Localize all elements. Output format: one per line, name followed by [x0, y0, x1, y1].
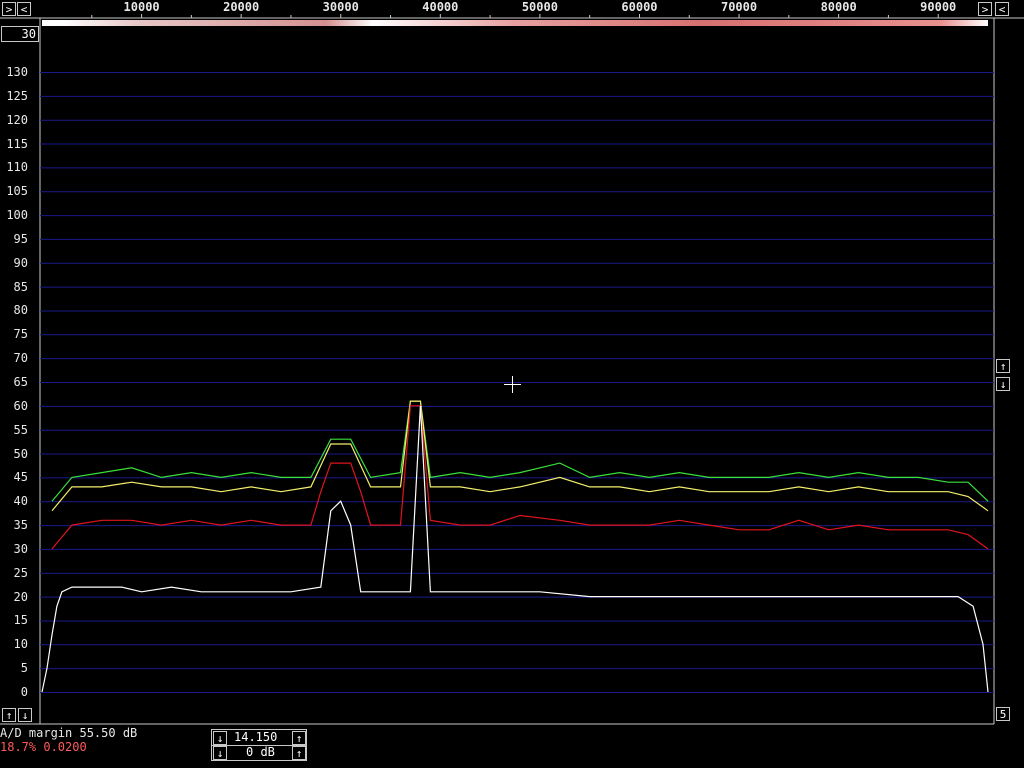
level-tick-label: 105 [6, 184, 28, 199]
level-tick-label: 35 [13, 518, 28, 533]
gain-control-box: ↓ 14.150 ↑ ↓ 0 dB ↑ [211, 729, 307, 761]
level-tick-label: 5 [20, 661, 28, 676]
ad-margin-text: A/D margin 55.50 dB [0, 726, 138, 740]
trace-count-value: 5 [999, 708, 1007, 721]
level-tick-label: 40 [13, 494, 28, 509]
freq-down-icon[interactable]: ↓ [213, 731, 227, 745]
crosshair-cursor-icon [504, 376, 521, 393]
spectrum-trace-3 [51, 405, 989, 550]
level-tick-label: 125 [6, 88, 28, 103]
level-up-icon[interactable]: ↑ [996, 359, 1010, 373]
level-tick-label: 120 [6, 112, 28, 127]
trace-count-box[interactable]: 5 [996, 707, 1010, 721]
level-tick-label: 0 [20, 685, 28, 699]
level-tick-label: 50 [13, 446, 28, 461]
db-down-icon[interactable]: ↓ [213, 746, 227, 760]
freq-value[interactable]: 14.150 [234, 730, 277, 744]
spectrum-trace-4 [41, 405, 989, 693]
level-tick-label: 55 [13, 422, 28, 437]
zero-down-icon[interactable]: ↓ [18, 708, 32, 722]
level-tick-label: 25 [13, 565, 28, 580]
level-tick-label: 10 [13, 637, 28, 652]
level-tick-label: 85 [13, 279, 28, 294]
level-tick-label: 20 [13, 589, 28, 604]
spectrum-trace-1 [51, 400, 989, 502]
level-tick-label: 100 [6, 208, 28, 223]
level-tick-label: 75 [13, 327, 28, 342]
level-tick-label: 30 [13, 541, 28, 556]
level-tick-label: 45 [13, 470, 28, 485]
level-tick-label: 90 [13, 255, 28, 270]
level-tick-label: 110 [6, 160, 28, 175]
level-tick-label: 95 [13, 231, 28, 246]
level-tick-label: 70 [13, 351, 28, 366]
level-tick-label: 130 [6, 65, 28, 79]
level-tick-label: 115 [6, 136, 28, 151]
percent-status-text: 18.7% 0.0200 [0, 740, 87, 754]
zero-up-icon[interactable]: ↑ [2, 708, 16, 722]
level-tick-label: 80 [13, 303, 28, 318]
level-tick-label: 65 [13, 375, 28, 389]
spectrum-trace-2 [51, 400, 989, 512]
db-up-icon[interactable]: ↑ [292, 746, 306, 760]
level-tick-label: 15 [13, 613, 28, 628]
db-value[interactable]: 0 dB [246, 745, 275, 759]
freq-up-icon[interactable]: ↑ [292, 731, 306, 745]
level-tick-label: 60 [13, 398, 28, 413]
level-down-icon[interactable]: ↓ [996, 377, 1010, 391]
